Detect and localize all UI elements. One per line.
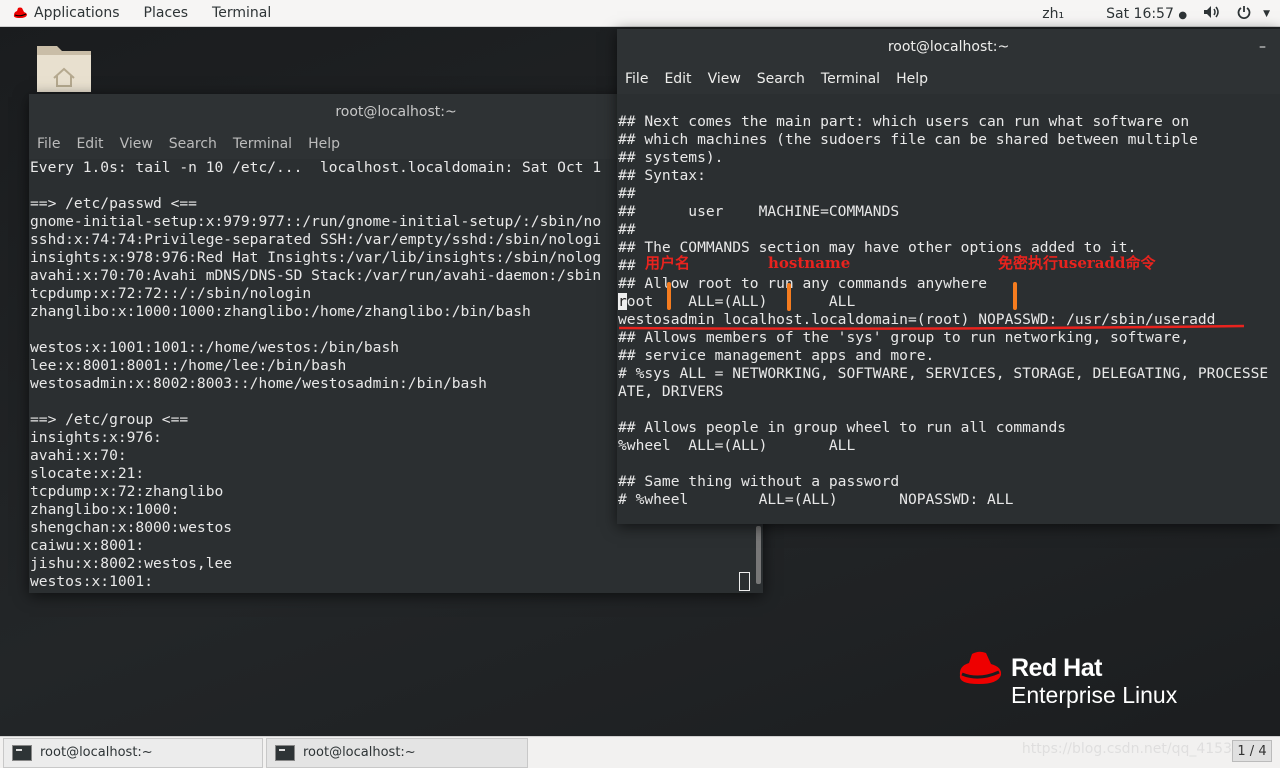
menu-help[interactable]: Help [888,71,936,87]
terminal-line: ## systems). [618,149,724,166]
terminal-line: ## [618,221,636,238]
terminal-line: ## user MACHINE=COMMANDS [618,203,900,220]
terminal-line: ## Allow root to run any commands anywhe… [618,275,988,292]
terminal-window-sudoers[interactable]: root@localhost:~ – File Edit View Search… [617,29,1280,524]
terminal-line: ATE, DRIVERS [618,383,724,400]
terminal-output[interactable]: ## Next comes the main part: which users… [618,113,1280,518]
terminal-line: # %wheel ALL=(ALL) NOPASSWD: ALL [618,491,1014,508]
brand-line2: Enterprise Linux [1011,682,1178,708]
terminal-line: ## [618,257,636,274]
menu-terminal[interactable]: Terminal [813,71,888,87]
terminal-app-menu[interactable]: Terminal [200,5,283,21]
window-title-text: root@localhost:~ [887,38,1010,55]
applications-label: Applications [34,5,120,21]
annotation-hostname: hostname [768,254,851,272]
annotation-username: 用户名 [645,254,691,272]
redhat-brand: Red Hat Enterprise Linux [955,650,1205,710]
redhat-logo-icon [13,7,27,18]
taskbar-item-label: root@localhost:~ [40,745,153,760]
menu-help[interactable]: Help [300,136,348,152]
menu-edit[interactable]: Edit [68,136,111,152]
taskbar-item-terminal-1[interactable]: root@localhost:~ [3,737,263,768]
terminal-line: ## Allows people in group wheel to run a… [618,419,1067,436]
terminal-line: caiwu:x:8001: [30,537,145,554]
scrollbar[interactable] [756,526,761,584]
workspace-switcher[interactable]: 1 / 4 [1232,740,1272,762]
input-method-indicator[interactable]: zh₁ [1034,6,1072,22]
menu-terminal[interactable]: Terminal [225,136,300,152]
annotation-marker-host [787,283,791,311]
places-menu[interactable]: Places [132,5,201,21]
brand-line1: Red Hat [1011,654,1102,682]
terminal-icon [12,744,32,761]
terminal-line: ## service management apps and more. [618,347,935,364]
places-label: Places [143,5,189,21]
terminal-cursor [739,572,750,591]
volume-icon[interactable] [1195,5,1229,23]
redhat-hat-icon [959,651,1002,684]
menu-file[interactable]: File [29,136,68,152]
annotation-marker-user [667,282,671,310]
system-menu-arrow-icon[interactable]: ▼ [1263,9,1280,19]
notification-dot: ● [1178,9,1188,21]
terminal-line: westos:x:1001: [30,573,154,590]
terminal-line: ## [618,185,636,202]
clock[interactable]: Sat 16:57 ● [1098,6,1195,22]
menu-view[interactable]: View [112,136,161,152]
menu-view[interactable]: View [700,71,749,87]
taskbar-item-label: root@localhost:~ [303,745,416,760]
taskbar-item-terminal-2[interactable]: root@localhost:~ [266,737,528,768]
top-panel: Applications Places Terminal zh₁ Sat 16:… [0,0,1280,27]
terminal-line: # %sys ALL = NETWORKING, SOFTWARE, SERVI… [618,365,1269,382]
annotation-underline [618,324,1245,330]
terminal-line: ## Same thing without a password [618,473,900,490]
power-icon[interactable] [1229,5,1259,23]
text-cursor: r [618,293,627,310]
annotation-marker-command [1013,282,1017,310]
terminal-line: ## which machines (the sudoers file can … [618,131,1198,148]
window-title-text: root@localhost:~ [335,103,457,120]
terminal-line: %wheel ALL=(ALL) ALL [618,437,856,454]
terminal-line: ## Syntax: [618,167,706,184]
menu-bar: File Edit View Search Terminal Help [617,64,1280,94]
menu-edit[interactable]: Edit [656,71,699,87]
menu-search[interactable]: Search [161,136,225,152]
annotation-nopasswd: 免密执行useradd命令 [998,254,1156,272]
terminal-icon [275,744,295,761]
terminal-line: ## Next comes the main part: which users… [618,113,1190,130]
applications-menu[interactable]: Applications [0,5,132,21]
minimize-button[interactable]: – [1259,39,1266,55]
csdn-watermark: https://blog.csdn.net/qq_4153 [1021,741,1232,757]
terminal-label: Terminal [212,5,272,21]
terminal-line: root ALL=(ALL) ALL [618,293,856,310]
home-folder-icon[interactable] [35,40,93,94]
window-title[interactable]: root@localhost:~ – [617,29,1280,64]
terminal-line: ## The COMMANDS section may have other o… [618,239,1137,256]
clock-text: Sat 16:57 [1106,5,1174,22]
terminal-line: jishu:x:8002:westos,lee [30,555,233,572]
menu-file[interactable]: File [617,71,656,87]
menu-search[interactable]: Search [749,71,813,87]
